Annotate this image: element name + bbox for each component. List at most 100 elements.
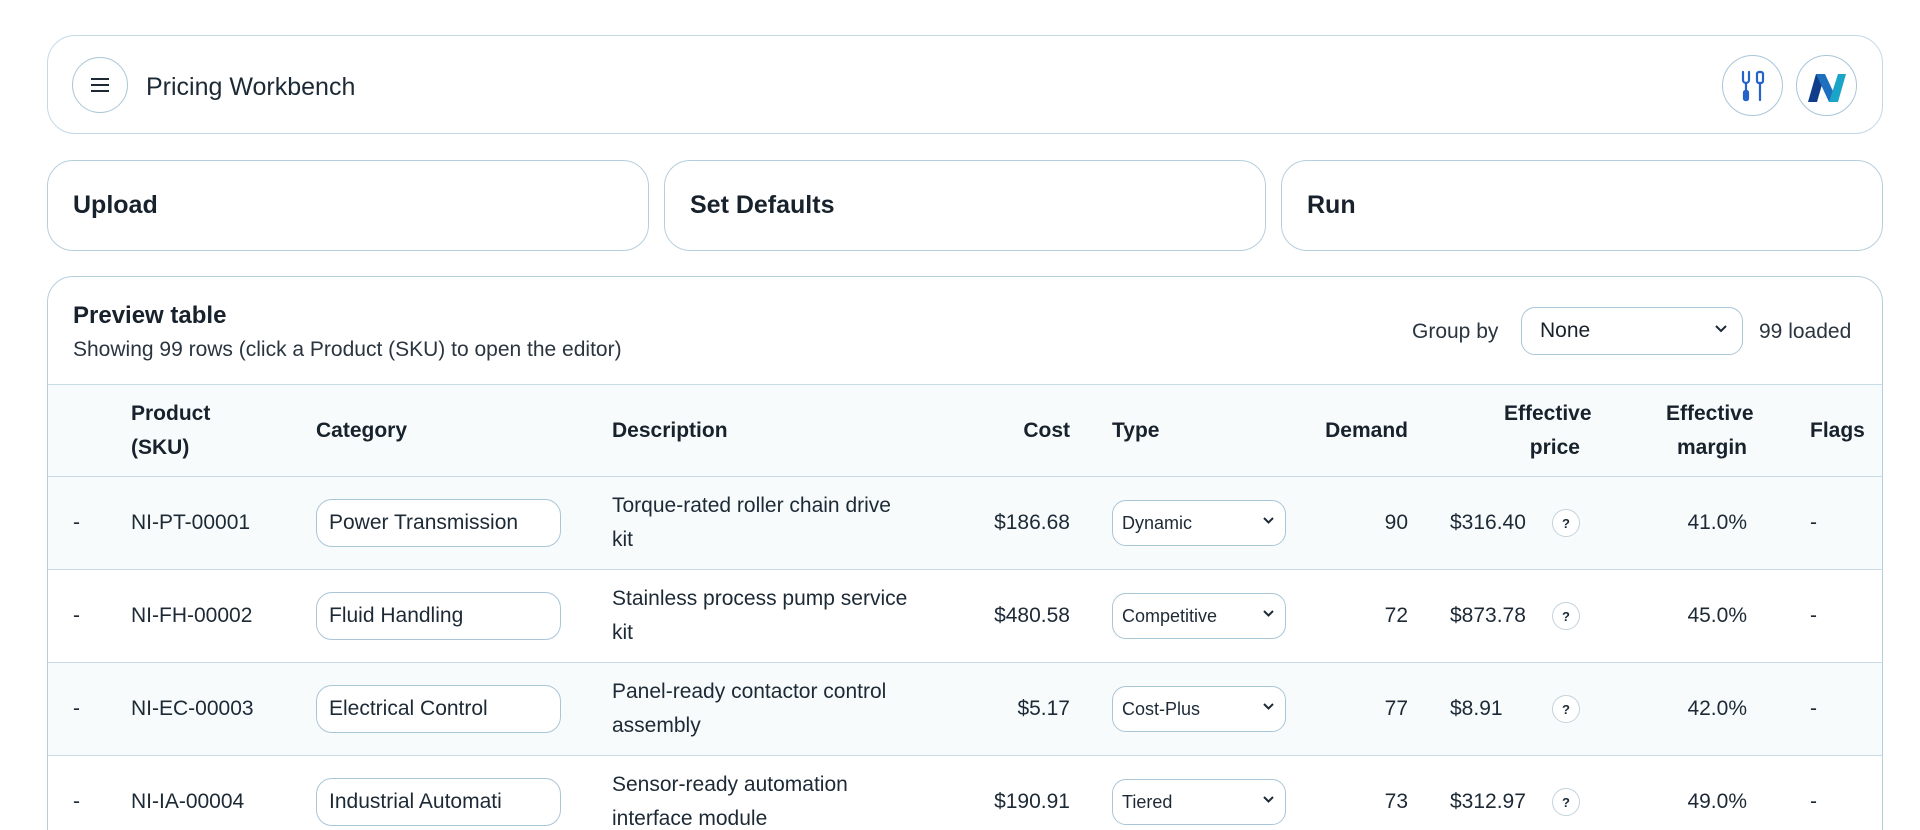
row-select[interactable]: -: [48, 663, 131, 756]
chevron-down-icon: [1263, 796, 1274, 803]
type-select[interactable]: Competitive: [1112, 593, 1286, 639]
row-cost: $480.58: [994, 604, 1070, 627]
row-category-cell: Electrical Control: [316, 663, 612, 756]
table-row: - NI-EC-00003 Electrical Control Panel-r…: [48, 662, 1882, 756]
table-row: - NI-FH-00002 Fluid Handling Stainless p…: [48, 570, 1882, 663]
chevron-down-icon: [1263, 610, 1274, 617]
row-price-cell: $316.40 ?: [1414, 477, 1606, 570]
row-type-cell: Tiered: [1088, 756, 1310, 830]
step-set-defaults-label: Set Defaults: [690, 191, 835, 219]
row-description: Torque-rated roller chain drive kit: [612, 494, 891, 551]
row-category-cell: Fluid Handling: [316, 570, 612, 663]
row-effective-price: $8.91: [1450, 697, 1503, 720]
app-title: Pricing Workbench: [146, 73, 356, 101]
row-category-cell: Industrial Automati: [316, 756, 612, 830]
row-sku-link[interactable]: NI-PT-00001: [131, 477, 316, 570]
type-select[interactable]: Cost-Plus: [1112, 686, 1286, 732]
type-select[interactable]: Tiered: [1112, 779, 1286, 825]
step-upload-label: Upload: [73, 191, 158, 219]
tools-icon: [1741, 70, 1764, 101]
question-icon[interactable]: ?: [1552, 509, 1580, 537]
row-description: Sensor-ready automation interface module: [612, 773, 848, 830]
col-select: [48, 385, 131, 477]
question-icon[interactable]: ?: [1552, 788, 1580, 816]
step-run[interactable]: Run: [1281, 160, 1883, 251]
row-demand: 90: [1384, 511, 1408, 534]
row-effective-margin: 41.0%: [1687, 511, 1747, 534]
row-flags: -: [1810, 697, 1817, 720]
avatar[interactable]: [1796, 55, 1857, 116]
category-input[interactable]: Electrical Control: [316, 685, 561, 733]
type-select-value: Dynamic: [1122, 512, 1193, 533]
row-select[interactable]: -: [48, 756, 131, 830]
tools-button[interactable]: [1722, 55, 1783, 116]
row-flags: -: [1810, 604, 1817, 627]
table-row: - NI-IA-00004 Industrial Automati Sensor…: [48, 756, 1882, 830]
row-cost: $190.91: [994, 790, 1070, 813]
preview-table: Product (SKU) Category Description Cost …: [48, 384, 1882, 830]
chevron-down-icon: [1715, 325, 1727, 333]
row-category-cell: Power Transmission: [316, 477, 612, 570]
type-select-value: Competitive: [1122, 605, 1218, 626]
col-cost[interactable]: Cost: [927, 385, 1088, 477]
type-select-value: Tiered: [1122, 791, 1173, 812]
step-set-defaults[interactable]: Set Defaults: [664, 160, 1266, 251]
row-effective-price: $873.78: [1450, 604, 1526, 627]
row-type-cell: Dynamic: [1088, 477, 1310, 570]
menu-button[interactable]: [72, 57, 128, 113]
col-effective-margin[interactable]: Effective margin: [1606, 385, 1779, 477]
row-type-cell: Competitive: [1088, 570, 1310, 663]
group-by-value: None: [1540, 319, 1591, 342]
top-bar: Pricing Workbench: [47, 35, 1883, 134]
preview-panel: Preview table Showing 99 rows (click a P…: [47, 276, 1883, 830]
hamburger-icon: [91, 78, 109, 92]
step-upload[interactable]: Upload: [47, 160, 649, 251]
row-description: Panel-ready contactor control assembly: [612, 680, 887, 737]
row-demand: 77: [1384, 697, 1408, 720]
brand-logo-icon: [1807, 73, 1846, 102]
row-flags: -: [1810, 790, 1817, 813]
row-description: Stainless process pump service kit: [612, 587, 908, 644]
category-input[interactable]: Power Transmission: [316, 499, 561, 547]
question-icon[interactable]: ?: [1552, 602, 1580, 630]
row-demand: 72: [1384, 604, 1408, 627]
row-effective-price: $312.97: [1450, 790, 1526, 813]
category-input[interactable]: Fluid Handling: [316, 592, 561, 640]
col-sku[interactable]: Product (SKU): [131, 385, 316, 477]
group-by-label: Group by: [1412, 320, 1499, 343]
question-icon[interactable]: ?: [1552, 695, 1580, 723]
row-effective-margin: 45.0%: [1687, 604, 1747, 627]
table-row: - NI-PT-00001 Power Transmission Torque-…: [48, 476, 1882, 570]
row-price-cell: $8.91 ?: [1414, 663, 1606, 756]
row-select[interactable]: -: [48, 477, 131, 570]
type-select[interactable]: Dynamic: [1112, 500, 1286, 546]
row-effective-margin: 42.0%: [1687, 697, 1747, 720]
col-flags[interactable]: Flags: [1779, 385, 1882, 477]
row-sku-link[interactable]: NI-EC-00003: [131, 663, 316, 756]
chevron-down-icon: [1263, 703, 1274, 710]
col-category[interactable]: Category: [316, 385, 612, 477]
group-by-select[interactable]: None: [1521, 307, 1743, 355]
row-effective-price: $316.40: [1450, 511, 1526, 534]
col-description[interactable]: Description: [612, 385, 927, 477]
row-sku-link[interactable]: NI-IA-00004: [131, 756, 316, 830]
step-run-label: Run: [1307, 191, 1356, 219]
preview-title: Preview table: [73, 302, 227, 329]
row-price-cell: $873.78 ?: [1414, 570, 1606, 663]
col-effective-price[interactable]: Effective price: [1414, 385, 1606, 477]
table-header: Product (SKU) Category Description Cost …: [48, 384, 1882, 477]
row-sku-link[interactable]: NI-FH-00002: [131, 570, 316, 663]
row-select[interactable]: -: [48, 570, 131, 663]
category-input[interactable]: Industrial Automati: [316, 778, 561, 826]
type-select-value: Cost-Plus: [1122, 698, 1201, 719]
col-demand[interactable]: Demand: [1310, 385, 1414, 477]
preview-subtitle: Showing 99 rows (click a Product (SKU) t…: [73, 338, 622, 361]
row-cost: $5.17: [1017, 697, 1070, 720]
chevron-down-icon: [1263, 517, 1274, 524]
row-effective-margin: 49.0%: [1687, 790, 1747, 813]
row-flags: -: [1810, 511, 1817, 534]
row-type-cell: Cost-Plus: [1088, 663, 1310, 756]
col-type[interactable]: Type: [1088, 385, 1310, 477]
row-cost: $186.68: [994, 511, 1070, 534]
row-price-cell: $312.97 ?: [1414, 756, 1606, 830]
